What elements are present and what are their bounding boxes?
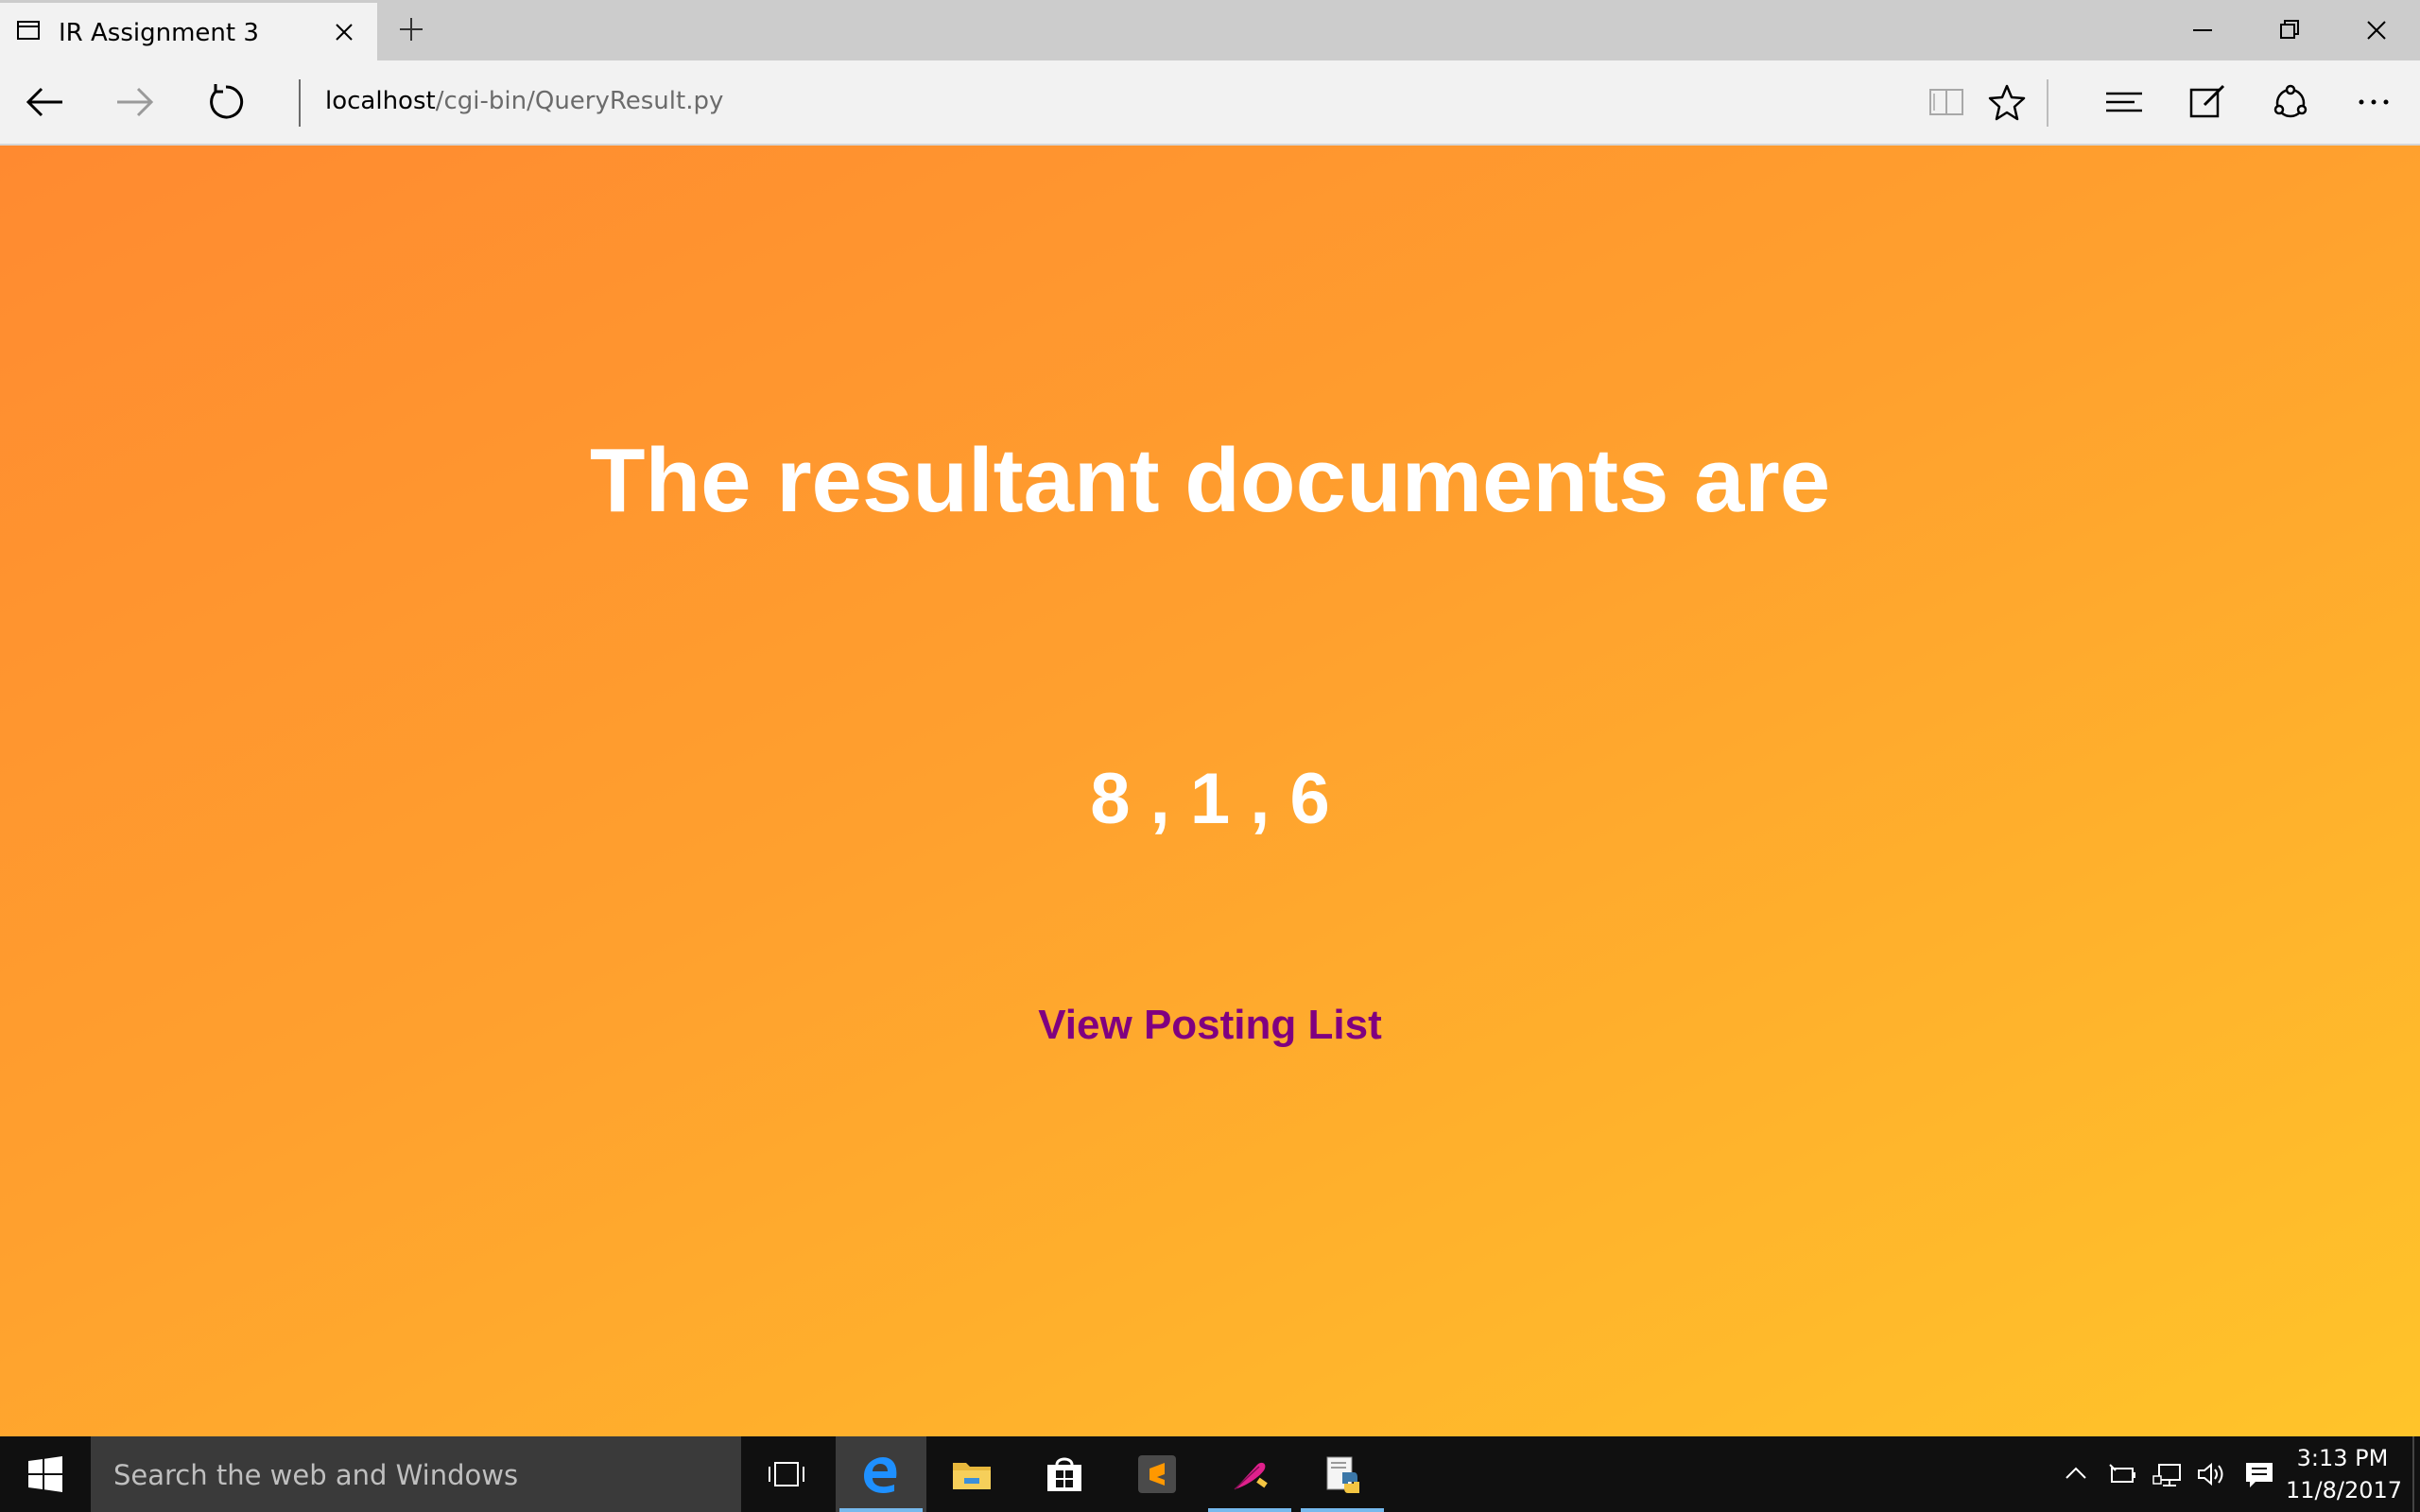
address-path: /cgi-bin/QueryResult.py xyxy=(435,87,724,115)
show-desktop-button[interactable] xyxy=(2412,1436,2420,1512)
edge-taskbar-button[interactable] xyxy=(836,1436,926,1512)
favorite-star-icon[interactable] xyxy=(1983,78,2031,126)
running-indicator xyxy=(839,1508,923,1512)
clock-date: 11/8/2017 xyxy=(2286,1477,2403,1503)
file-explorer-icon xyxy=(953,1463,991,1489)
sublime-text-taskbar-button[interactable] xyxy=(1112,1436,1202,1512)
taskbar-search-box[interactable]: Search the web and Windows xyxy=(91,1436,741,1512)
close-window-icon[interactable] xyxy=(2360,13,2394,47)
windows-start-icon[interactable] xyxy=(0,1436,91,1512)
reading-view-icon[interactable] xyxy=(1923,78,1970,126)
python-idle-taskbar-button[interactable] xyxy=(1297,1436,1388,1512)
page-icon xyxy=(17,21,40,40)
browser-tab[interactable]: IR Assignment 3 xyxy=(0,3,377,60)
taskbar-search-placeholder: Search the web and Windows xyxy=(113,1459,519,1491)
running-indicator xyxy=(1208,1508,1291,1512)
page-content: The resultant documents are 8 , 1 , 6 Vi… xyxy=(0,146,2420,1436)
restore-icon[interactable] xyxy=(2273,13,2307,47)
close-tab-icon[interactable] xyxy=(331,19,357,45)
posting-list-link-container: View Posting List xyxy=(0,1002,2420,1049)
browser-titlebar: IR Assignment 3 xyxy=(0,0,2420,60)
action-center-icon[interactable] xyxy=(2242,1457,2276,1491)
edge-icon xyxy=(864,1457,897,1494)
sublime-text-icon xyxy=(1138,1455,1176,1493)
browser-toolbar: localhost/cgi-bin/QueryResult.py xyxy=(0,60,2420,146)
clock-time: 3:13 PM xyxy=(2296,1445,2389,1471)
python-idle-icon xyxy=(1326,1456,1359,1493)
taskbar-clock[interactable]: 3:13 PM 11/8/2017 xyxy=(2286,1442,2403,1506)
running-indicator xyxy=(1301,1508,1384,1512)
tab-title: IR Assignment 3 xyxy=(59,19,259,47)
web-note-icon[interactable] xyxy=(2184,78,2231,126)
volume-icon[interactable] xyxy=(2195,1457,2229,1491)
task-view-button[interactable] xyxy=(741,1436,832,1512)
result-document-ids: 8 , 1 , 6 xyxy=(1090,759,1330,839)
forward-arrow-icon[interactable] xyxy=(112,78,159,126)
store-taskbar-button[interactable] xyxy=(1019,1436,1110,1512)
hub-icon[interactable] xyxy=(2100,78,2148,126)
refresh-icon[interactable] xyxy=(202,78,250,126)
address-bar[interactable]: localhost/cgi-bin/QueryResult.py xyxy=(325,87,723,115)
power-plug-icon[interactable] xyxy=(2106,1457,2140,1491)
screen: IR Assignment 3 localhost/cgi-bin/QueryR… xyxy=(0,0,2420,1512)
feather-app-taskbar-button[interactable] xyxy=(1204,1436,1295,1512)
network-icon[interactable] xyxy=(2152,1457,2186,1491)
task-view-icon xyxy=(769,1462,804,1486)
file-explorer-taskbar-button[interactable] xyxy=(926,1436,1017,1512)
share-icon[interactable] xyxy=(2267,78,2314,126)
minimize-icon[interactable] xyxy=(2186,13,2220,47)
back-arrow-icon[interactable] xyxy=(21,78,68,126)
feather-icon xyxy=(1234,1462,1268,1490)
more-actions-icon[interactable] xyxy=(2350,78,2397,126)
view-posting-list-link[interactable]: View Posting List xyxy=(1038,1002,1381,1048)
address-host: localhost xyxy=(325,87,436,115)
page-heading: The resultant documents are xyxy=(589,430,1831,531)
toolbar-divider xyxy=(2047,79,2048,127)
chevron-up-icon[interactable] xyxy=(2059,1457,2093,1491)
taskbar: Search the web and Windows 3:13 PM 11/8/… xyxy=(0,1436,2420,1512)
address-divider xyxy=(299,79,301,127)
new-tab-icon[interactable] xyxy=(395,13,427,45)
store-icon xyxy=(1047,1457,1081,1491)
